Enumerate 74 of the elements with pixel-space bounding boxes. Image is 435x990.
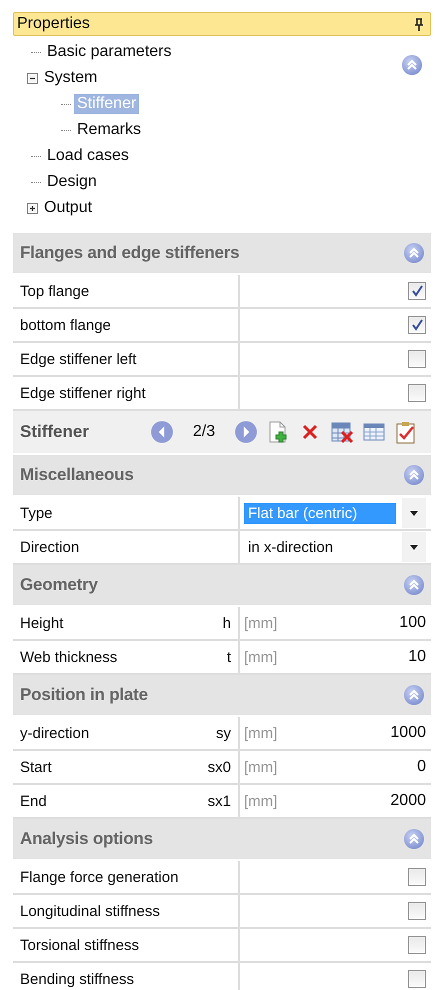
section-title: Flanges and edge stiffeners <box>20 243 240 263</box>
property-label: Height <box>20 614 64 632</box>
section-title: Geometry <box>20 575 98 595</box>
symbol-label: sy <box>216 724 231 742</box>
section-header[interactable]: Miscellaneous <box>13 455 431 497</box>
property-label: Flange force generation <box>20 868 178 886</box>
section-title: Analysis options <box>20 829 153 849</box>
tree-item[interactable]: Remarks <box>74 120 144 140</box>
property-label: End <box>20 792 47 810</box>
tree-item[interactable]: Basic parameters <box>44 42 174 62</box>
collapse-icon[interactable] <box>403 828 425 850</box>
section-header[interactable]: Geometry <box>13 565 431 607</box>
collapse-icon[interactable] <box>403 242 425 264</box>
property-label: Direction <box>20 538 80 556</box>
property-label: Edge stiffener right <box>20 384 146 402</box>
tree-item[interactable]: System <box>41 68 100 88</box>
section-header[interactable]: Flanges and edge stiffeners <box>13 233 431 275</box>
unit-label: [mm] <box>244 648 278 666</box>
property-label: Edge stiffener left <box>20 350 136 368</box>
checkbox[interactable] <box>408 936 426 954</box>
value-field[interactable]: 100 <box>399 614 426 632</box>
checkbox[interactable] <box>408 316 426 334</box>
property-label: Top flange <box>20 282 90 300</box>
value-field[interactable]: 2000 <box>390 792 426 810</box>
panel-title: Properties <box>17 15 90 33</box>
caret-icon[interactable] <box>410 544 418 550</box>
symbol-label: sx0 <box>208 758 231 776</box>
unit-label: [mm] <box>244 614 278 632</box>
unit-label: [mm] <box>244 792 278 810</box>
collapse-icon[interactable] <box>403 684 425 706</box>
symbol-label: t <box>226 648 231 666</box>
collapse-icon[interactable] <box>403 574 425 596</box>
tree-item[interactable]: Output <box>41 198 96 218</box>
section-title: Position in plate <box>20 685 148 705</box>
dropdown-button[interactable] <box>402 498 426 528</box>
symbol-label: sx1 <box>208 792 231 810</box>
property-label: y-direction <box>20 724 90 742</box>
collapse-icon[interactable] <box>401 54 423 76</box>
page-counter: 2/3 <box>192 423 216 441</box>
dropdown-button[interactable] <box>402 532 426 562</box>
checkbox[interactable] <box>408 350 426 368</box>
caret-icon[interactable] <box>410 510 418 516</box>
unit-label: [mm] <box>244 724 278 742</box>
collapse-box-icon[interactable] <box>27 72 38 84</box>
pin-icon[interactable] <box>414 18 424 30</box>
property-label: Web thickness <box>20 648 118 666</box>
dropdown-value[interactable]: in x-direction <box>244 536 396 558</box>
property-label: Torsional stiffness <box>20 936 139 954</box>
value-field[interactable]: 1000 <box>390 724 426 742</box>
navigator-label: Stiffener <box>20 422 90 442</box>
checkbox[interactable] <box>408 970 426 988</box>
section-header[interactable]: Analysis options <box>13 819 431 861</box>
value-field[interactable]: 0 <box>417 758 426 776</box>
property-label: Bending stiffness <box>20 970 134 988</box>
section-title: Miscellaneous <box>20 465 134 485</box>
expand-box-icon[interactable] <box>27 202 38 214</box>
next-button[interactable] <box>234 420 258 444</box>
value-field[interactable]: 10 <box>408 648 426 666</box>
checkbox[interactable] <box>408 384 426 402</box>
section-header[interactable]: Position in plate <box>13 675 431 717</box>
tree-item[interactable]: Load cases <box>44 146 132 166</box>
collapse-icon[interactable] <box>403 464 425 486</box>
checkbox[interactable] <box>408 902 426 920</box>
unit-label: [mm] <box>244 758 278 776</box>
property-label: Start <box>20 758 52 776</box>
tree-item[interactable]: Design <box>44 172 100 192</box>
checkbox[interactable] <box>408 282 426 300</box>
checkbox[interactable] <box>408 868 426 886</box>
property-label: bottom flange <box>20 316 111 334</box>
property-label: Longitudinal stiffness <box>20 902 160 920</box>
symbol-label: h <box>222 614 231 632</box>
property-label: Type <box>20 504 53 522</box>
delete-table-icon[interactable] <box>330 420 354 444</box>
previous-button[interactable] <box>150 420 174 444</box>
